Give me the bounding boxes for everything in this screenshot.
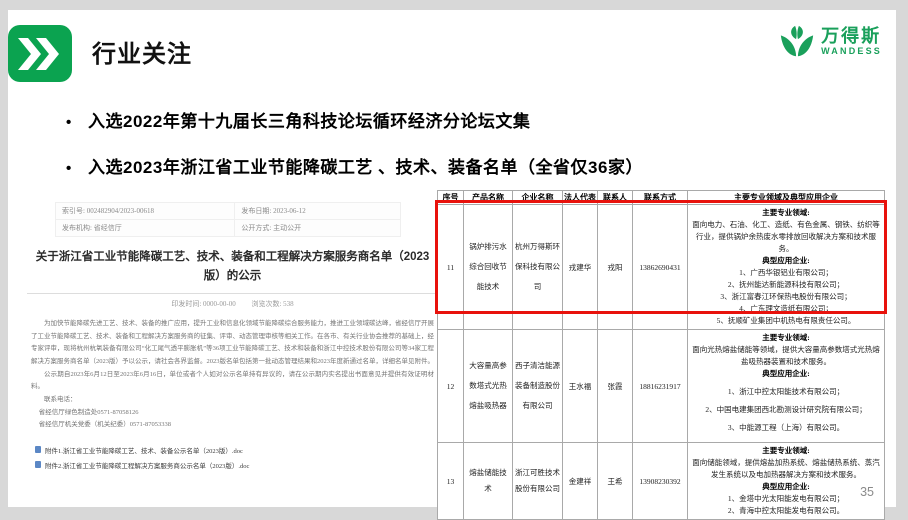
cell-product: 大容量高参数塔式光热熔盐吸热器 (464, 330, 513, 443)
app-item: 2、中国电建集团西北勘测设计研究院有限公司； (690, 404, 882, 416)
brand-name-cn: 万得斯 (821, 27, 882, 47)
apps-label: 典型应用企业: (690, 368, 882, 380)
table-row: 11 锅炉排污水综合回收节能技术 杭州万得斯环保科技有限公司 戎建华 戎阳 13… (438, 205, 885, 330)
col-product: 产品名称 (464, 191, 513, 205)
col-domain: 主要专业领域及典型应用企业 (688, 191, 885, 205)
app-item: 2、青海中控太阳能发电有限公司。 (690, 505, 882, 517)
col-legal: 法人代表 (563, 191, 598, 205)
cell-legal: 金建祥 (563, 443, 598, 520)
doc-contact-phone: 省经信厅机关党委（机关纪委）0571-87053338 (31, 419, 434, 432)
app-item: 1、广西华银铝业有限公司； (690, 267, 882, 279)
gov-doc-panel: 索引号: 002482904/2023-00618 发布日期: 2023-06-… (25, 196, 440, 452)
doc-view-count: 浏览次数: 538 (251, 300, 293, 308)
col-contact: 联系人 (598, 191, 633, 205)
cell-legal: 王水福 (563, 330, 598, 443)
doc-info-table: 索引号: 002482904/2023-00618 发布日期: 2023-06-… (55, 202, 401, 237)
doc-info-mode: 公开方式: 主动公开 (235, 220, 401, 237)
doc-title: 关于浙江省工业节能降碳工艺、技术、装备和工程解决方案服务商名单（2023版）的公… (35, 248, 430, 286)
table-header-row: 序号 产品名称 企业名称 法人代表 联系人 联系方式 主要专业领域及典型应用企业 (438, 191, 885, 205)
attachment-label: 附件1.浙江省工业节能降碳工艺、技术、装备公示名单（2023版）.doc (45, 445, 243, 455)
doc-paragraph: 公示期自2023年6月12日至2023年6月16日，单位或者个人如对公示名单持有… (31, 369, 434, 394)
plant-leaf-icon (778, 23, 816, 61)
domain-label: 主要专业领域: (690, 207, 882, 219)
bullet-text: 入选2023年浙江省工业节能降碳工艺 、技术、装备名单（全省仅36家） (88, 153, 643, 178)
doc-divider (27, 293, 438, 294)
doc-contact-phone: 省经信厅绿色制造处0571-87058126 (31, 407, 434, 420)
cell-contact: 王希 (598, 443, 633, 520)
col-company: 企业名称 (513, 191, 563, 205)
bullet-marker: • (66, 160, 88, 177)
doc-paragraph: 为加快节能降碳先进工艺、技术、装备的推广应用，提升工业和信息化领域节能降碳综合服… (31, 318, 434, 369)
cell-company: 杭州万得斯环保科技有限公司 (513, 205, 563, 330)
attachment-file-icon (35, 446, 41, 453)
slide: 行业关注 万得斯 WANDESS • 入选2022年第十九届长三角科技论坛循环经… (8, 10, 896, 507)
col-seq: 序号 (438, 191, 464, 205)
app-item: 2、抚州能达新能源科技有限公司； (690, 279, 882, 291)
bullet-marker: • (66, 114, 88, 131)
bullet-item: • 入选2023年浙江省工业节能降碳工艺 、技术、装备名单（全省仅36家） (66, 153, 806, 178)
apps-label: 典型应用企业: (690, 255, 882, 267)
cell-company: 浙江可胜技术股份有限公司 (513, 443, 563, 520)
doc-info-agency: 发布机构: 省经信厅 (56, 220, 235, 237)
table-row: 12 大容量高参数塔式光热熔盐吸热器 西子清洁能源装备制造股份有限公司 王水福 … (438, 330, 885, 443)
cell-contact: 戎阳 (598, 205, 633, 330)
attachment-item: 附件1.浙江省工业节能降碳工艺、技术、装备公示名单（2023版）.doc (35, 445, 434, 455)
cell-legal: 戎建华 (563, 205, 598, 330)
cell-seq: 11 (438, 205, 464, 330)
brand-name-en: WANDESS (821, 47, 882, 57)
brand-wordmark: 万得斯 WANDESS (821, 27, 882, 57)
cell-contact: 张霞 (598, 330, 633, 443)
double-chevron-icon (8, 25, 72, 82)
apps-label: 典型应用企业: (690, 481, 882, 493)
attachment-item: 附件2.浙江省工业节能降碳工程解决方案服务商公示名单（2023版）.doc (35, 460, 434, 470)
doc-meta: 印发时间: 0000-00-00 浏览次数: 538 (25, 299, 440, 309)
domain-text: 面向光热熔盐储能等领域，提供大容量高参数塔式光热熔盐吸热器装置和技术服务。 (690, 344, 882, 368)
cell-seq: 13 (438, 443, 464, 520)
bullet-item: • 入选2022年第十九届长三角科技论坛循环经济分论坛文集 (66, 107, 806, 132)
app-item: 3、浙江富春江环保热电股份有限公司； (690, 291, 882, 303)
doc-contact-label: 联系电话： (31, 394, 434, 407)
brand-logo: 万得斯 WANDESS (778, 23, 882, 61)
table-row: 13 熔盐储能技术 浙江可胜技术股份有限公司 金建祥 王希 1390823039… (438, 443, 885, 520)
app-item: 1、金塔中光太阳能发电有限公司； (690, 493, 882, 505)
domain-text: 面向储能领域，提供熔盐加热系统、熔盐储热系统、蒸汽发生系统以及电加热器解决方案和… (690, 457, 882, 481)
attachment-file-icon (35, 461, 41, 468)
attachment-label: 附件2.浙江省工业节能降碳工程解决方案服务商公示名单（2023版）.doc (45, 460, 249, 470)
cell-product: 熔盐储能技术 (464, 443, 513, 520)
domain-text: 面向电力、石油、化工、造纸、有色金属、钢铁、纺织等行业，提供锅炉余热废水零排放回… (690, 219, 882, 255)
cell-phone: 18816231917 (633, 330, 688, 443)
doc-info-index: 索引号: 002482904/2023-00618 (56, 203, 235, 220)
cell-seq: 12 (438, 330, 464, 443)
page-title: 行业关注 (92, 34, 192, 69)
vendor-table: 序号 产品名称 企业名称 法人代表 联系人 联系方式 主要专业领域及典型应用企业… (437, 190, 885, 520)
doc-body: 为加快节能降碳先进工艺、技术、装备的推广应用，提升工业和信息化领域节能降碳综合服… (31, 318, 434, 432)
cell-phone: 13862690431 (633, 205, 688, 330)
domain-label: 主要专业领域: (690, 332, 882, 344)
cell-domain-detail: 主要专业领域: 面向光热熔盐储能等领域，提供大容量高参数塔式光热熔盐吸热器装置和… (688, 330, 885, 443)
page-number: 35 (860, 485, 874, 499)
app-item: 1、浙江中控太阳能技术有限公司； (690, 386, 882, 398)
domain-label: 主要专业领域: (690, 445, 882, 457)
app-item: 4、广东理文造纸有限公司； (690, 303, 882, 315)
cell-product: 锅炉排污水综合回收节能技术 (464, 205, 513, 330)
doc-attachments: 附件1.浙江省工业节能降碳工艺、技术、装备公示名单（2023版）.doc 附件2… (35, 445, 434, 470)
bullet-list: • 入选2022年第十九届长三角科技论坛循环经济分论坛文集 • 入选2023年浙… (66, 107, 806, 199)
col-phone: 联系方式 (633, 191, 688, 205)
vendor-table-panel: 序号 产品名称 企业名称 法人代表 联系人 联系方式 主要专业领域及典型应用企业… (437, 190, 886, 520)
cell-company: 西子清洁能源装备制造股份有限公司 (513, 330, 563, 443)
doc-print-time: 印发时间: 0000-00-00 (171, 300, 235, 308)
bullet-text: 入选2022年第十九届长三角科技论坛循环经济分论坛文集 (88, 107, 530, 132)
cell-phone: 13908230392 (633, 443, 688, 520)
cell-domain-detail: 主要专业领域: 面向电力、石油、化工、造纸、有色金属、钢铁、纺织等行业，提供锅炉… (688, 205, 885, 330)
app-item: 5、抚顺矿业集团中机热电有限责任公司。 (690, 315, 882, 327)
cell-domain-detail: 主要专业领域: 面向储能领域，提供熔盐加热系统、熔盐储热系统、蒸汽发生系统以及电… (688, 443, 885, 520)
chevrons-glyph (17, 38, 63, 70)
doc-info-date: 发布日期: 2023-06-12 (235, 203, 401, 220)
app-item: 3、中能源工程（上海）有限公司。 (690, 422, 882, 434)
